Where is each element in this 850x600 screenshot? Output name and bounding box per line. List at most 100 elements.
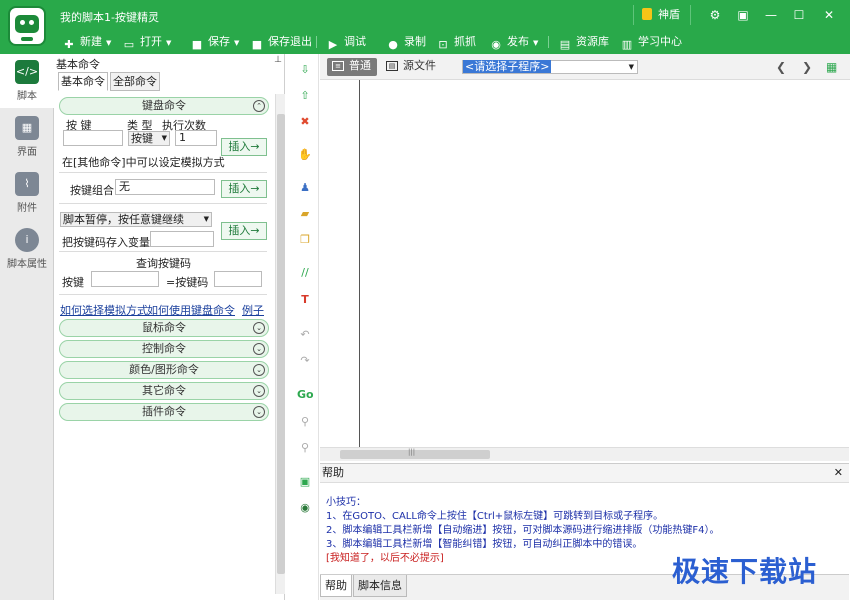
library-icon: ▤ [559,38,571,51]
command-panel: 基本命令 ⊥ 基本命令 全部命令 键盘命令 ⌃ 按 键 类 型 执行次数 按键 ▼ … [54,54,285,600]
copy-icon[interactable]: ❐ [297,232,313,248]
subroutine-select[interactable]: <请选择子程序> ▼ [462,60,638,74]
nav-script[interactable]: </> 脚本 [0,54,54,108]
expand-icon: ⌄ [253,322,265,334]
code-editor[interactable] [361,80,849,447]
forward-arrow-icon[interactable]: ❯ [802,60,812,74]
store-variable-input[interactable] [150,231,214,247]
combo-label: 按键组合 [70,184,114,197]
scrollbar-thumb[interactable] [277,114,285,574]
line-number-gutter [320,80,360,447]
simulation-hint: 在[其他命令]中可以设定模拟方式 [62,156,225,169]
goto-icon[interactable]: Go [297,387,314,403]
count-input[interactable]: 1 [175,130,217,146]
link-simulation-mode[interactable]: 如何选择模拟方式 [60,302,148,318]
folder-search-icon[interactable]: ▰ [297,206,313,222]
query-code-input[interactable] [214,271,262,287]
plus-icon: ✚ [64,38,74,51]
tab-source-view[interactable]: ▤ 源文件 [381,58,441,76]
section-control[interactable]: 控制命令 ⌄ [59,340,269,358]
close-icon[interactable]: ✕ [820,6,838,24]
query-key-label: 按键 [62,276,84,289]
normal-view-icon: ≡ [332,61,344,71]
shield-icon [642,8,652,20]
window-title: 我的脚本1-按键精灵 [60,11,159,24]
save-exit-button[interactable]: ■ 保存退出 [250,33,312,51]
move-up-icon[interactable]: ⇧ [297,88,313,104]
link-keyboard-usage[interactable]: 如何使用键盘命令 [147,302,235,318]
tip-line-1: 1、在GOTO、CALL命令上按住【Ctrl+鼠标左键】可跳转到目标或子程序。 [326,511,664,522]
store-variable-label: 把按键码存入变量 [62,236,150,249]
new-button[interactable]: ✚ 新建 ▼ [62,33,111,51]
save-icon: ■ [191,38,203,51]
save-button[interactable]: ■ 保存 ▼ [190,33,240,51]
record-button[interactable]: ● 录制 [386,33,426,51]
link-example[interactable]: 例子 [242,302,264,318]
type-select[interactable]: 按键 ▼ [128,131,170,146]
editor-horizontal-scrollbar[interactable]: ||| [320,447,849,461]
screen-icon[interactable]: ▣ [734,6,752,24]
capture-button[interactable]: ⊡ 抓抓 [436,33,476,51]
info-icon: i [15,228,39,252]
panel-scrollbar[interactable] [275,94,285,594]
expand-icon: ⌄ [253,364,265,376]
back-arrow-icon[interactable]: ❮ [776,60,786,74]
eye-icon[interactable]: ◉ [297,500,313,516]
dismiss-tip-link[interactable]: [我知道了，以后不必提示] [326,549,444,564]
tab-help[interactable]: 帮助 [320,575,352,597]
section-color-graphics[interactable]: 颜色/图形命令 ⌄ [59,361,269,379]
format-icon[interactable]: T [297,292,313,308]
nav-script-properties[interactable]: i 脚本属性 [0,222,54,276]
tab-normal-view[interactable]: ≡ 普通 [327,58,377,76]
ui-icon: ▦ [15,116,39,140]
section-keyboard[interactable]: 键盘命令 ⌃ [59,97,269,115]
app-logo [8,6,46,46]
image-icon[interactable]: ▣ [297,474,313,490]
divider [59,203,267,204]
key-input[interactable] [63,130,123,146]
close-icon[interactable]: ✕ [834,464,843,482]
save-exit-icon: ■ [251,38,263,51]
library-button[interactable]: ▤ 资源库 [558,33,609,51]
move-down-icon[interactable]: ⇩ [297,62,313,78]
open-button[interactable]: ▭ 打开 ▼ [122,33,172,51]
minimize-icon[interactable]: — [762,6,780,24]
tip-line-3: 3、脚本编辑工具栏新增【智能纠错】按钮，可自动纠正脚本中的错误。 [326,539,643,550]
tab-basic-commands[interactable]: 基本命令 [58,72,108,91]
query-key-input[interactable] [91,271,159,287]
redo-icon[interactable]: ↷ [297,353,313,369]
learning-center-button[interactable]: ▥ 学习中心 [620,33,682,51]
pause-select[interactable]: 脚本暂停，按任意键继续 ▼ [60,212,212,227]
section-mouse[interactable]: 鼠标命令 ⌄ [59,319,269,337]
chevron-down-icon: ▼ [161,134,167,142]
maximize-icon[interactable]: ☐ [790,6,808,24]
pin-icon[interactable]: ⊥ [274,55,282,65]
left-navigation: </> 脚本 ▦ 界面 ⌇ 附件 i 脚本属性 [0,54,54,600]
find-icon[interactable]: ⚲ [297,414,313,430]
nav-interface[interactable]: ▦ 界面 [0,110,54,164]
insert-pause-button[interactable]: 插入→ [221,222,267,240]
user-icon[interactable]: ♟ [297,180,313,196]
publish-button[interactable]: ◉ 发布 ▼ [489,33,538,51]
undo-icon[interactable]: ↶ [297,327,313,343]
panel-title: 基本命令 [56,58,100,71]
replace-icon[interactable]: ⚲ [297,440,313,456]
layout-grid-icon[interactable]: ▦ [826,60,837,74]
section-other[interactable]: 其它命令 ⌄ [59,382,269,400]
source-file-icon: ▤ [386,61,398,71]
delete-icon[interactable]: ✖ [297,114,313,130]
hand-icon[interactable]: ✋ [297,147,313,163]
tab-script-info[interactable]: 脚本信息 [353,575,407,597]
insert-combo-button[interactable]: 插入→ [221,180,267,198]
comment-icon[interactable]: // [297,265,313,281]
settings-gear-icon[interactable]: ⚙ [706,6,724,24]
watermark: 极速下载站 [672,555,818,588]
shield-badge[interactable]: 神盾 [633,5,691,25]
combo-input[interactable]: 无 [115,179,215,195]
divider [59,294,267,295]
tab-all-commands[interactable]: 全部命令 [110,72,160,91]
section-plugin[interactable]: 插件命令 ⌄ [59,403,269,421]
nav-attachment[interactable]: ⌇ 附件 [0,166,54,220]
insert-key-button[interactable]: 插入→ [221,138,267,156]
debug-button[interactable]: ▶ 调试 [326,33,366,51]
